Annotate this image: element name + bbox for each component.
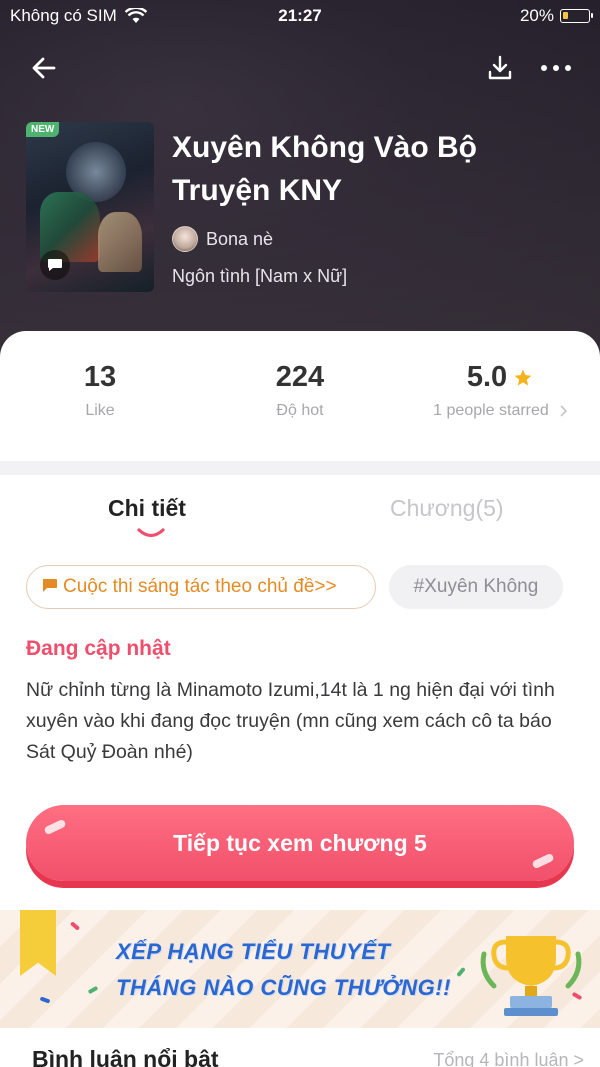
hot-count: 224 [275,361,325,393]
trophy-icon [480,936,582,1016]
tag-chip[interactable]: #Xuyên Không [389,565,563,609]
top-navigation [0,48,600,88]
chat-bubble-icon [40,250,70,280]
active-tab-indicator [137,528,165,538]
battery-percent: 20% [519,6,554,25]
book-description: Nữ chỉnh từng là Minamoto Izumi,14t là 1… [26,679,555,763]
status-time: 21:27 [278,6,322,25]
chevron-right-icon [560,405,567,417]
new-badge: NEW [26,122,60,137]
flag-icon [43,579,57,592]
rating-label: 1 people starred [433,402,549,419]
detail-section: Chi tiết Chương(5) Cuộc thi sáng tác the… [0,475,600,911]
tab-chapters[interactable]: Chương(5) [390,495,504,522]
like-count: 13 [83,361,117,393]
book-genre: Ngôn tình [Nam x Nữ] [172,266,348,286]
ribbon-icon [20,910,56,976]
continue-reading-button[interactable]: Tiếp tục xem chương 5 [26,805,574,881]
banner-line-2: THÁNG NÀO CŨNG THƯỞNG!! [116,975,451,1000]
stats-card: 13 Like 224 Độ hot 5.0 1 people starred [0,331,600,461]
update-status: Đang cập nhật [26,637,171,660]
book-cover[interactable]: NEW [26,122,154,292]
hot-stat: 224 Độ hot [240,361,360,420]
banner-text: XẾP HẠNG TIỂU THUYẾT THÁNG NÀO CŨNG THƯỞ… [116,934,451,1006]
star-icon [514,369,532,385]
rating-value: 5.0 [466,361,508,393]
banner-line-1: XẾP HẠNG TIỂU THUYẾT [116,939,391,964]
download-icon[interactable] [484,52,516,84]
rating-stat[interactable]: 5.0 1 people starred [410,361,590,420]
contest-label: Cuộc thi sáng tác theo chủ đề>> [63,576,337,597]
contest-chip[interactable]: Cuộc thi sáng tác theo chủ đề>> [26,565,376,609]
cover-art-figure [98,212,142,272]
battery-group: 20% [519,6,593,26]
author-name[interactable]: Bona nè [206,229,273,250]
author-row[interactable]: Bona nè [172,226,572,252]
back-arrow-icon[interactable] [28,52,60,84]
book-info: Xuyên Không Vào Bộ Truyện KNY Bona nè Ng… [172,126,572,287]
like-stat: 13 Like [40,361,160,420]
more-options-icon[interactable] [538,52,574,84]
battery-icon [560,9,593,23]
hot-label: Độ hot [276,402,324,419]
author-avatar[interactable] [172,226,198,252]
comments-count-link[interactable]: Tổng 4 bình luận > [433,1050,584,1067]
like-label: Like [85,402,115,419]
ranking-banner[interactable]: XẾP HẠNG TIỂU THUYẾT THÁNG NÀO CŨNG THƯỞ… [0,910,600,1028]
book-title: Xuyên Không Vào Bộ Truyện KNY [172,131,478,207]
continue-reading-label: Tiếp tục xem chương 5 [173,829,427,856]
status-bar: Không có SIM 21:27 20% [0,0,600,34]
tab-details[interactable]: Chi tiết [108,495,186,522]
comments-title: Bình luận nổi bật [32,1046,219,1067]
comments-section: Bình luận nổi bật Tổng 4 bình luận > [0,1028,600,1067]
